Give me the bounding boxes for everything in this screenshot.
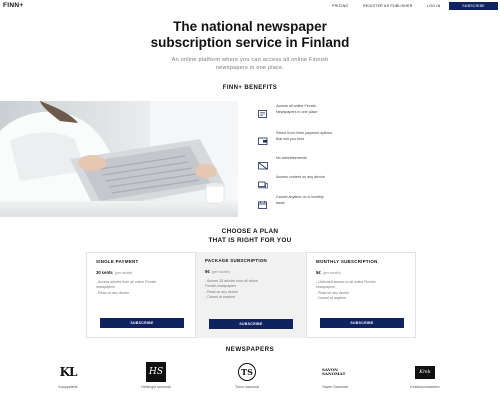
plans-heading-line: CHOOSE A PLAN <box>221 228 279 235</box>
subscribe-button-monthly-subscription[interactable]: SUBSCRIBE <box>320 318 404 328</box>
newspaper-name: Savon Sanomat <box>322 385 348 389</box>
subscribe-button-package-subscription[interactable]: SUBSCRIBE <box>209 319 293 329</box>
plan-card-single-payment: SINGLE PAYMENT 30 cents (per article) - A… <box>86 252 196 338</box>
plan-feature: - Cancel at anytime <box>316 295 347 300</box>
plans-heading: CHOOSE A PLAN THAT IS RIGHT FOR YOU <box>0 227 500 245</box>
hero-title-line: The national newspaper <box>173 19 327 34</box>
hero-subtitle-line: An online platform where you can access … <box>171 57 329 63</box>
plan-name: MONTHLY SUBSCRIPTION <box>316 259 378 264</box>
benefits-heading: FINN+ BENEFITS <box>222 85 278 91</box>
helsingin-sanomat-logo: HS <box>128 362 184 382</box>
benefit-text: Newspapers in one place <box>276 109 318 114</box>
newspaper-name: Keskisuomalainen <box>410 385 440 389</box>
finn-plus-logo[interactable]: FINN+ <box>3 2 23 9</box>
benefit-text: basis <box>276 200 285 205</box>
plan-price-unit: (per month) <box>211 270 230 274</box>
plan-price: 5€ (per month) <box>205 269 297 274</box>
newspaper-keskisuomalainen[interactable]: Kmk Keskisuomalainen <box>397 362 453 389</box>
hero-title: The national newspaper subscription serv… <box>0 19 500 51</box>
turun-sanomat-logo-text: TS <box>238 363 256 381</box>
plan-feature: - Cancel at anytime <box>205 294 236 299</box>
newspaper-icon <box>258 105 268 118</box>
newspaper-turun-sanomat[interactable]: TS Turun sanomat <box>219 362 275 389</box>
plan-price: 30 cents (per article) <box>96 270 186 275</box>
newspaper-helsingin-sanomat[interactable]: HS Helsingin sanomat <box>128 362 184 389</box>
plan-name: PACKAGE SUBSCRIPTION <box>205 258 268 263</box>
savon-sanomat-logo-text: SAVON SANOMAT <box>322 366 346 376</box>
top-navigation: FINN+ PRICING REGISTER AS PUBLISHER LOG … <box>0 0 500 14</box>
devices-icon <box>258 176 268 189</box>
plan-card-monthly-subscription: MONTHLY SUBSCRIPTION 5€ (per month) - Unl… <box>306 252 416 338</box>
plan-price-value: 5€ <box>316 270 321 275</box>
nav-login-link[interactable]: LOG IN <box>427 4 440 8</box>
hero-subtitle-line: newspapers in one place. <box>215 65 285 71</box>
plan-price-value: 30 cents <box>96 270 113 275</box>
newspaper-savon-sanomat[interactable]: SAVON SANOMAT Savon Sanomat <box>307 362 363 389</box>
no-ads-icon <box>258 157 268 170</box>
keskisuomalainen-logo: Kmk <box>397 362 453 382</box>
plan-price-unit: (per month) <box>322 271 341 275</box>
hero-subtitle: An online platform where you can access … <box>130 56 370 72</box>
benefit-text: No advertisements <box>276 156 307 160</box>
nav-register-publisher-link[interactable]: REGISTER AS PUBLISHER <box>363 4 413 8</box>
nav-pricing-link[interactable]: PRICING <box>332 4 348 8</box>
plan-price-unit: (per article) <box>114 271 133 275</box>
keskisuomalainen-logo-text: Kmk <box>415 365 435 379</box>
plan-price-value: 5€ <box>205 269 210 274</box>
plan-price: 5€ (per month) <box>316 270 406 275</box>
wallet-icon <box>258 132 268 145</box>
benefit-text: that suit you best <box>276 136 304 141</box>
kauppalehti-logo: KL <box>40 362 96 382</box>
plan-features: - Unlimited access to all online Finnish… <box>316 280 406 301</box>
newspaper-name: Kauppalehti <box>58 385 78 389</box>
plans-container: SINGLE PAYMENT 30 cents (per article) - A… <box>86 252 416 338</box>
kauppalehti-logo-text: KL <box>59 365 78 379</box>
plan-card-package-subscription: PACKAGE SUBSCRIPTION 5€ (per month) - Acc… <box>196 252 306 338</box>
newspaper-kauppalehti[interactable]: KL Kauppalehti <box>40 362 96 389</box>
plan-name: SINGLE PAYMENT <box>96 259 139 264</box>
helsingin-sanomat-logo-text: HS <box>146 362 166 382</box>
turun-sanomat-logo: TS <box>219 362 275 382</box>
plan-features: - Access 15 articles from all online Fin… <box>205 279 297 300</box>
hero-title-line: subscription service in Finland <box>150 35 350 50</box>
header-subscribe-button[interactable]: SUBSCRIBE <box>449 2 498 10</box>
savon-sanomat-logo: SAVON SANOMAT <box>307 362 363 382</box>
newspaper-name: Turun sanomat <box>234 385 260 389</box>
person-reading-newspaper-photo <box>0 101 238 217</box>
plan-features: - Access articles from all online Finnis… <box>96 280 186 296</box>
newspaper-name: Helsingin sanomat <box>141 385 171 389</box>
calendar-icon <box>258 196 268 209</box>
newspapers-heading: NEWSPAPERS <box>225 346 275 353</box>
subscribe-button-single-payment[interactable]: SUBSCRIBE <box>100 318 184 328</box>
plan-feature: - Read on any device <box>96 290 130 295</box>
plans-heading-line: THAT IS RIGHT FOR YOU <box>208 237 292 244</box>
benefit-text: Access content on any device <box>276 175 325 179</box>
